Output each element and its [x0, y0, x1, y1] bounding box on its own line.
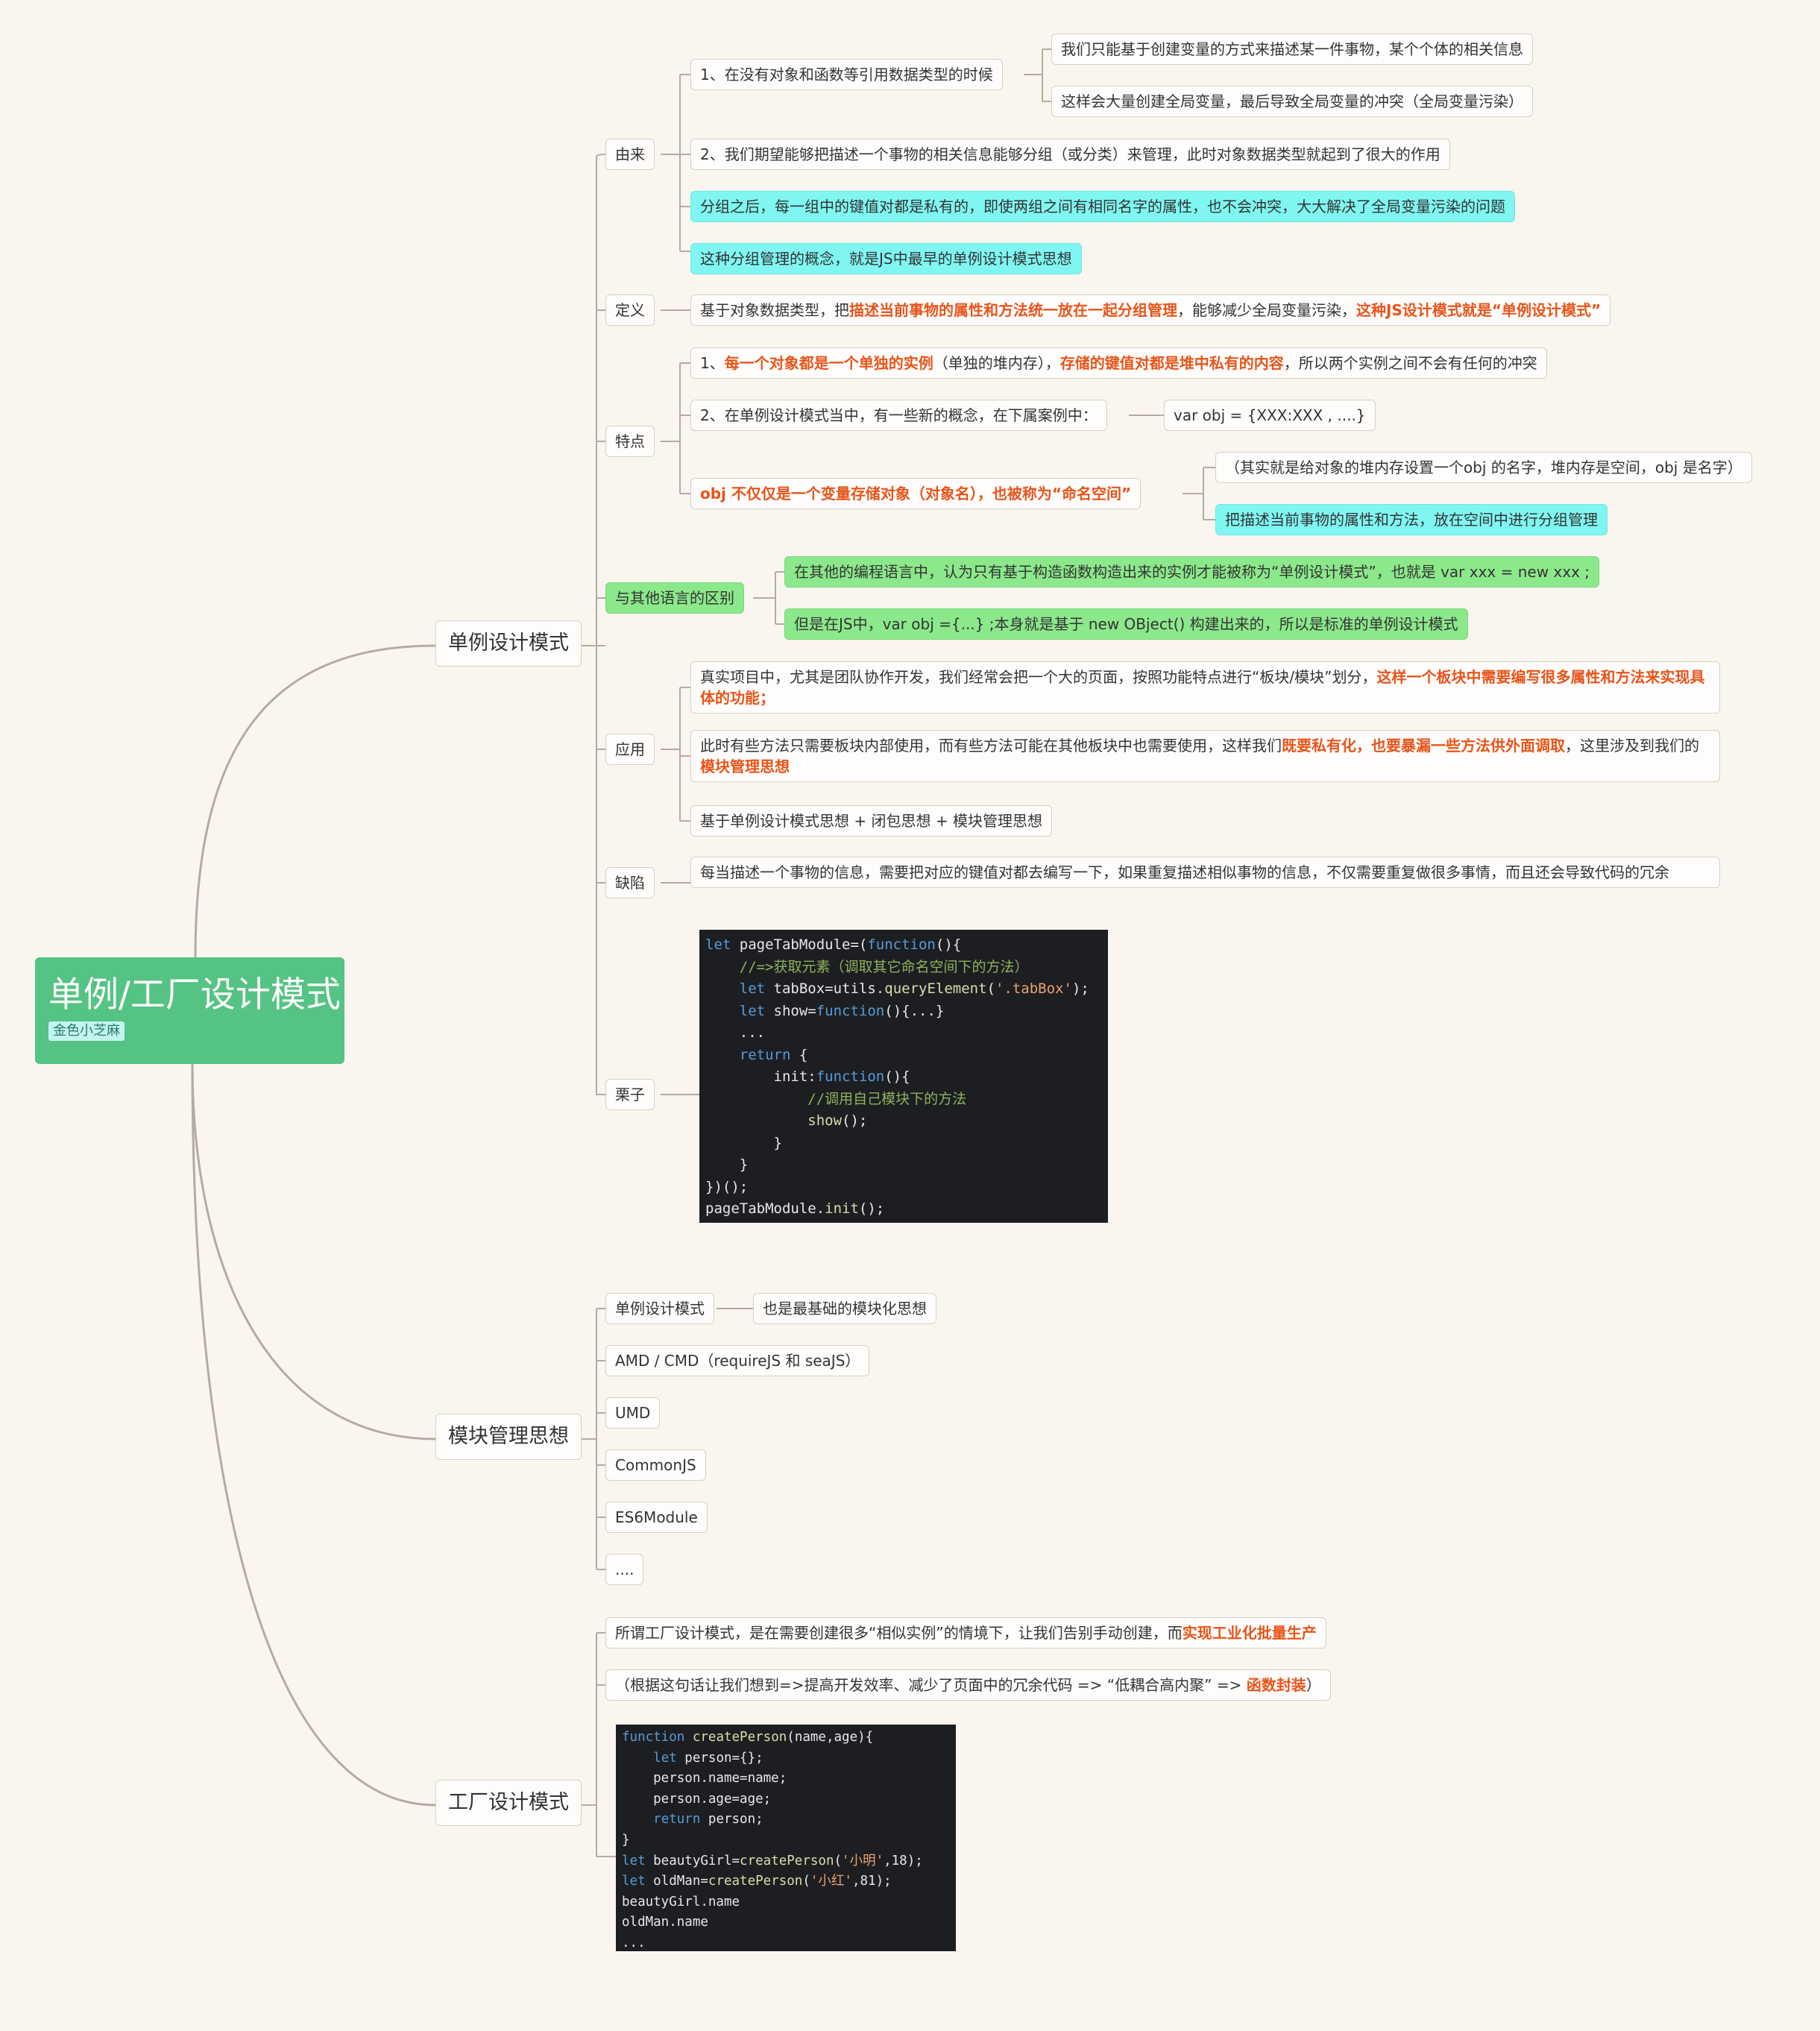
mind-map-canvas: 单例/工厂设计模式 金色小芝麻 单例设计模式 模块管理思想 工厂设计模式 由来 …: [0, 0, 1820, 2031]
definition-highlight: 这种JS设计模式就是“单例设计模式”: [1356, 301, 1602, 319]
label-example[interactable]: 栗子: [605, 1079, 655, 1110]
example-code-line: let tabBox=utils.queryElement('.tabBox')…: [739, 980, 1089, 997]
factory-code-block: function createPerson(name,age){ let per…: [616, 1725, 956, 1951]
module-item-amd-cmd[interactable]: AMD / CMD（requireJS 和 seaJS）: [605, 1345, 870, 1376]
example-code-line: }: [705, 1156, 749, 1173]
example-code-line: return {: [739, 1046, 808, 1063]
example-code-line: show();: [807, 1112, 868, 1129]
usage-part: 真实项目中，尤其是团队协作开发，我们经常会把一个大的页面，按照功能特点进行“板块…: [700, 668, 1377, 686]
feature-3-sub-1[interactable]: （其实就是给对象的堆内存设置一个obj 的名字，堆内存是空间，obj 是名字）: [1215, 452, 1752, 483]
factory-code-line: ...: [622, 1935, 646, 1950]
factory-code-line: function createPerson(name,age){: [622, 1730, 874, 1745]
factory-code-line: let beautyGirl=createPerson('小明',18);: [622, 1853, 923, 1868]
factory-part: 所谓工厂设计模式，是在需要创建很多“相似实例”的情境下，让我们告别手动创建，而: [615, 1624, 1183, 1642]
branch-factory[interactable]: 工厂设计模式: [435, 1780, 582, 1826]
definition-part: ，能够减少全局变量污染，: [1177, 301, 1356, 319]
factory-code-line: person.age=age;: [622, 1791, 772, 1807]
feature-2-sub[interactable]: var obj = {XXX:XXX , ....}: [1164, 400, 1376, 431]
factory-code-line: oldMan.name: [622, 1915, 708, 1930]
feature-part: ，所以两个实例之间不会有任何的冲突: [1283, 354, 1537, 372]
usage-part: 此时有些方法只需要板块内部使用，而有些方法可能在其他板块中也需要使用，这样我们: [700, 737, 1282, 755]
origin-item-1-sub-1[interactable]: 我们只能基于创建变量的方式来描述某一件事物，某个个体的相关信息: [1051, 34, 1533, 65]
origin-item-1[interactable]: 1、在没有对象和函数等引用数据类型的时候: [690, 59, 1003, 90]
usage-highlight: 既要私有化，也要暴漏一些方法供外面调取: [1282, 737, 1565, 755]
feature-3[interactable]: obj 不仅仅是一个变量存储对象（对象名），也被称为“命名空间”: [690, 478, 1142, 509]
feature-1[interactable]: 1、每一个对象都是一个单独的实例（单独的堆内存），存储的键值对都是堆中私有的内容…: [690, 347, 1547, 379]
diff-item-1[interactable]: 在其他的编程语言中，认为只有基于构造函数构造出来的实例才能被称为“单例设计模式”…: [784, 556, 1600, 588]
usage-item-3[interactable]: 基于单例设计模式思想 + 闭包思想 + 模块管理思想: [690, 805, 1052, 837]
defect-text[interactable]: 每当描述一个事物的信息，需要把对应的键值对都去编写一下，如果重复描述相似事物的信…: [690, 857, 1720, 888]
usage-part: ，这里涉及到我们的: [1565, 737, 1699, 755]
label-features[interactable]: 特点: [605, 426, 655, 457]
module-item-singleton-sub[interactable]: 也是最基础的模块化思想: [753, 1293, 936, 1324]
example-code-line: })();: [705, 1178, 749, 1195]
usage-highlight: 模块管理思想: [700, 758, 790, 775]
branch-module[interactable]: 模块管理思想: [435, 1414, 582, 1460]
example-code-line: ...: [705, 1024, 766, 1041]
label-origin[interactable]: 由来: [605, 139, 655, 170]
origin-item-3[interactable]: 分组之后，每一组中的键值对都是私有的，即使两组之间有相同名字的属性，也不会冲突，…: [690, 191, 1515, 222]
usage-item-1[interactable]: 真实项目中，尤其是团队协作开发，我们经常会把一个大的页面，按照功能特点进行“板块…: [690, 661, 1720, 714]
branch-singleton[interactable]: 单例设计模式: [435, 620, 582, 667]
example-code-line: let pageTabModule=(function(){: [705, 936, 962, 953]
label-definition[interactable]: 定义: [605, 295, 655, 326]
example-code-line: init:function(){: [705, 1068, 910, 1085]
example-code-line: //=>获取元素（调取其它命名空间下的方法）: [739, 958, 1029, 975]
author-tag: 金色小芝麻: [48, 1021, 125, 1041]
label-usage[interactable]: 应用: [605, 734, 655, 765]
feature-2[interactable]: 2、在单例设计模式当中，有一些新的概念，在下属案例中：: [690, 400, 1107, 431]
module-item-commonjs[interactable]: CommonJS: [605, 1449, 706, 1481]
factory-item-1[interactable]: 所谓工厂设计模式，是在需要创建很多“相似实例”的情境下，让我们告别手动创建，而实…: [605, 1617, 1326, 1649]
module-item-singleton[interactable]: 单例设计模式: [605, 1293, 714, 1324]
factory-part: ）: [1306, 1676, 1321, 1694]
factory-code-line: person.name=name;: [622, 1771, 787, 1786]
feature-3-text: obj 不仅仅是一个变量存储对象（对象名），也被称为“命名空间”: [700, 485, 1132, 503]
feature-highlight: 每一个对象都是一个单独的实例: [724, 354, 933, 372]
factory-highlight: 函数封装: [1246, 1676, 1306, 1694]
factory-code-line: }: [622, 1832, 630, 1848]
origin-item-2[interactable]: 2、我们期望能够把描述一个事物的相关信息能够分组（或分类）来管理，此时对象数据类…: [690, 139, 1450, 170]
root-node[interactable]: 单例/工厂设计模式 金色小芝麻: [35, 957, 344, 1064]
factory-item-2[interactable]: （根据这句话让我们想到=>提高开发效率、减少了页面中的冗余代码 => “低耦合高…: [605, 1669, 1331, 1701]
feature-part: （单独的堆内存），: [933, 354, 1060, 372]
example-code-line: pageTabModule.init();: [705, 1200, 885, 1217]
example-code-line: }: [705, 1134, 782, 1151]
feature-part: 1、: [700, 354, 725, 372]
root-title: 单例/工厂设计模式: [48, 974, 341, 1016]
factory-highlight: 实现工业化批量生产: [1182, 1624, 1317, 1642]
diff-item-2[interactable]: 但是在JS中，var obj ={...} ;本身就是基于 new OBject…: [784, 608, 1468, 640]
factory-code-line: return person;: [653, 1812, 763, 1827]
example-code-block: let pageTabModule=(function(){ //=>获取元素（…: [699, 930, 1108, 1223]
factory-part: （根据这句话让我们想到=>提高开发效率、减少了页面中的冗余代码 => “低耦合高…: [615, 1676, 1247, 1694]
label-diff[interactable]: 与其他语言的区别: [605, 582, 744, 614]
definition-part: 基于对象数据类型，把: [700, 301, 849, 319]
module-item-es6module[interactable]: ES6Module: [605, 1502, 708, 1533]
example-code-line: let show=function(){...}: [739, 1002, 945, 1019]
definition-highlight: 描述当前事物的属性和方法统一放在一起分组管理: [849, 301, 1177, 319]
factory-code-line: let oldMan=createPerson('小红',81);: [622, 1874, 892, 1889]
origin-item-1-sub-2[interactable]: 这样会大量创建全局变量，最后导致全局变量的冲突（全局变量污染）: [1051, 86, 1533, 117]
feature-highlight: 存储的键值对都是堆中私有的内容: [1059, 354, 1284, 372]
example-code-line: //调用自己模块下的方法: [807, 1090, 967, 1107]
factory-code-line: let person={};: [653, 1750, 763, 1766]
module-item-more[interactable]: ....: [605, 1554, 644, 1585]
usage-item-2[interactable]: 此时有些方法只需要板块内部使用，而有些方法可能在其他板块中也需要使用，这样我们既…: [690, 730, 1720, 782]
module-item-umd[interactable]: UMD: [605, 1397, 661, 1429]
label-defect[interactable]: 缺陷: [605, 867, 655, 898]
origin-item-4[interactable]: 这种分组管理的概念，就是JS中最早的单例设计模式思想: [690, 243, 1082, 274]
definition-text[interactable]: 基于对象数据类型，把描述当前事物的属性和方法统一放在一起分组管理，能够减少全局变…: [690, 295, 1611, 326]
factory-code-line: beautyGirl.name: [622, 1894, 740, 1909]
feature-3-sub-2[interactable]: 把描述当前事物的属性和方法，放在空间中进行分组管理: [1215, 504, 1608, 535]
